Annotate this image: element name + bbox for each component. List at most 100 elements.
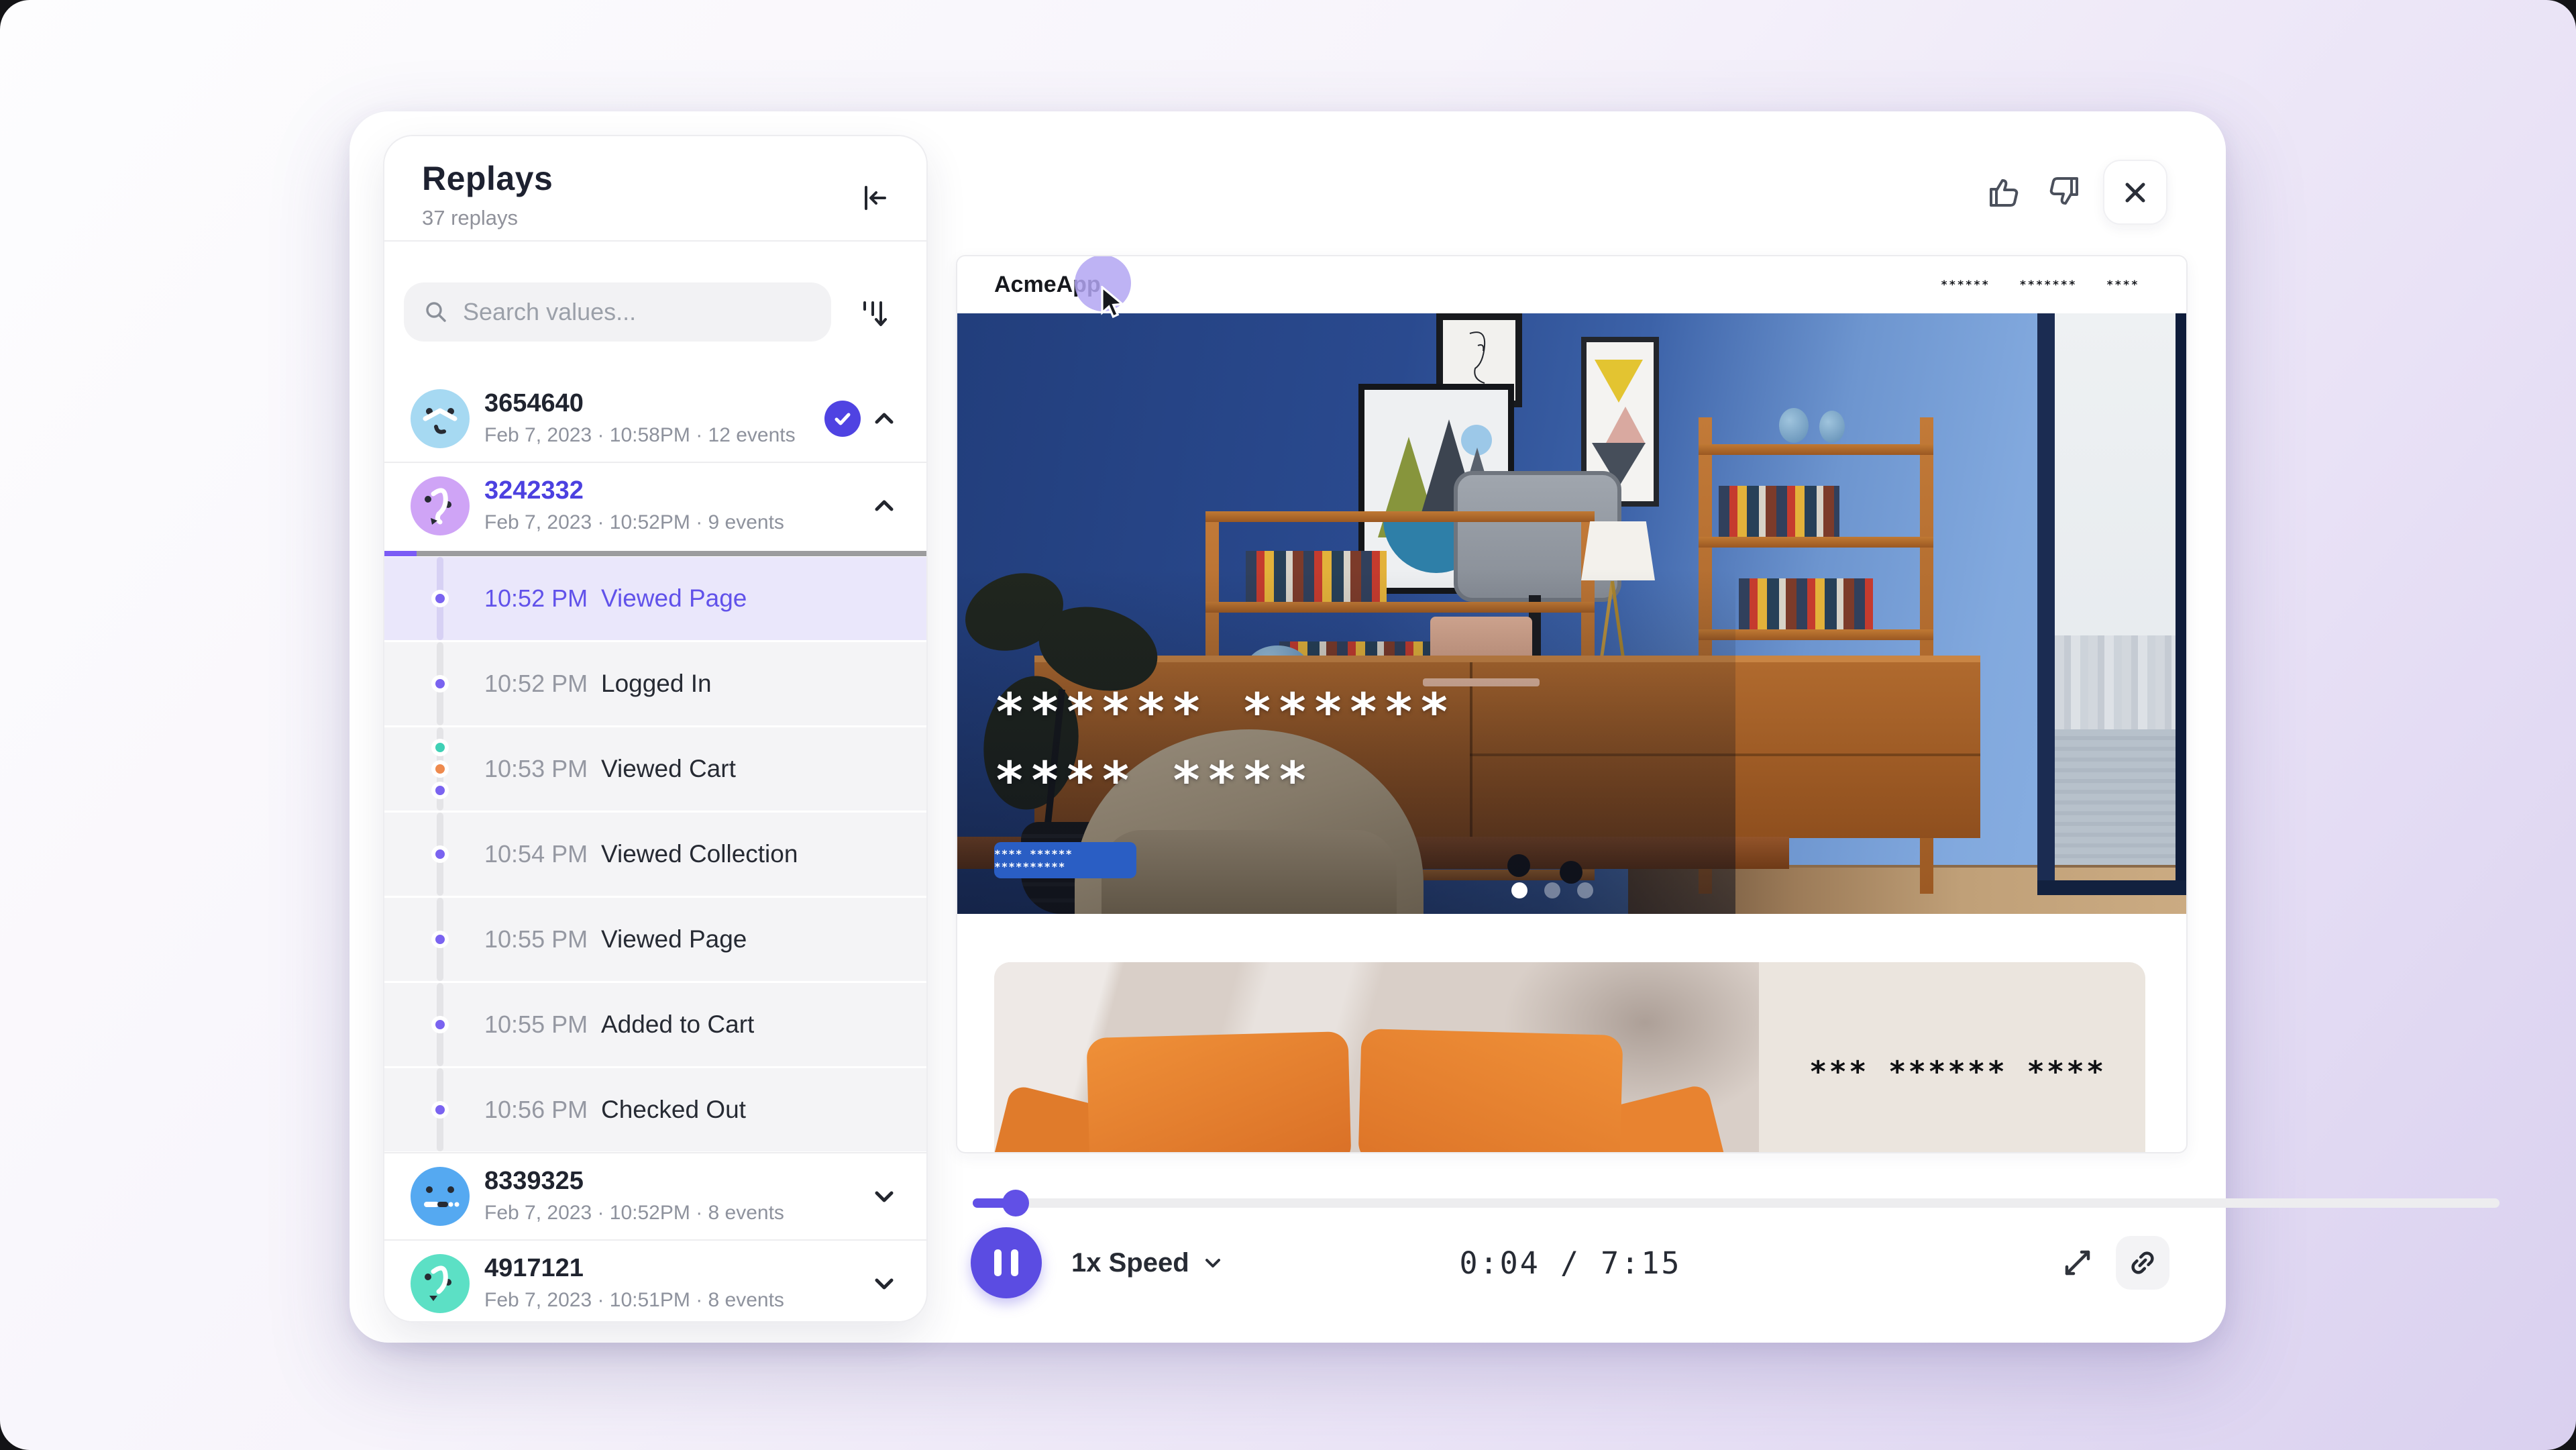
session-id: 3242332 bbox=[484, 476, 584, 505]
product-caption: *** ****** **** bbox=[1809, 1055, 2106, 1089]
replay-viewport: AcmeApp ****** ******* **** bbox=[956, 255, 2188, 1153]
chevron-down-icon bbox=[1201, 1251, 1224, 1274]
event-dot bbox=[431, 782, 449, 799]
product-text-panel: *** ****** **** bbox=[1759, 962, 2145, 1152]
close-icon bbox=[2121, 178, 2150, 207]
session-row-4917121[interactable]: 4917121 Feb 7, 2023 · 10:51PM · 8 events bbox=[384, 1241, 926, 1323]
sort-button[interactable] bbox=[850, 289, 898, 338]
session-id: 4917121 bbox=[484, 1254, 584, 1283]
avatar bbox=[411, 389, 470, 448]
session-row-8339325[interactable]: 8339325 Feb 7, 2023 · 10:52PM · 8 events bbox=[384, 1153, 926, 1239]
speed-label: 1x Speed bbox=[1071, 1248, 1189, 1278]
carousel-dot bbox=[1544, 882, 1560, 898]
event-row-added-to-cart[interactable]: 10:55 PM Added to Cart bbox=[384, 983, 926, 1066]
replay-modal: Replays 37 replays bbox=[350, 111, 2226, 1343]
link-icon bbox=[2126, 1246, 2159, 1280]
collapse-left-icon bbox=[858, 182, 890, 214]
session-row-3242332[interactable]: 3242332 Feb 7, 2023 · 10:52PM · 9 events bbox=[384, 463, 926, 549]
sofa-cushion bbox=[1086, 1031, 1351, 1152]
fullscreen-button[interactable] bbox=[2059, 1244, 2096, 1282]
session-id: 8339325 bbox=[484, 1167, 584, 1196]
window-city-skyline bbox=[2055, 635, 2176, 729]
thumbs-up-icon bbox=[1985, 172, 2024, 211]
app-screen: Replays 37 replays bbox=[0, 0, 2576, 1450]
hero-cta-button: **** ****** ********** bbox=[994, 842, 1136, 878]
event-dot bbox=[431, 675, 449, 692]
search-icon bbox=[423, 299, 449, 325]
pause-button[interactable] bbox=[971, 1227, 1042, 1298]
event-row-viewed-page-2[interactable]: 10:55 PM Viewed Page bbox=[384, 898, 926, 981]
event-label: Logged In bbox=[601, 670, 712, 698]
thumbs-up-button[interactable] bbox=[1984, 170, 2025, 214]
event-dot bbox=[431, 739, 449, 756]
playback-handle[interactable] bbox=[1002, 1190, 1029, 1216]
check-icon bbox=[829, 405, 856, 432]
event-dot bbox=[431, 931, 449, 948]
event-time: 10:54 PM bbox=[484, 840, 588, 868]
event-dot bbox=[431, 760, 449, 778]
copy-link-button[interactable] bbox=[2116, 1236, 2169, 1290]
expand-icon bbox=[2060, 1245, 2095, 1280]
session-meta: Feb 7, 2023 · 10:58PM · 12 events bbox=[484, 424, 796, 447]
carousel-dots bbox=[1511, 882, 1593, 898]
speed-selector[interactable]: 1x Speed bbox=[1071, 1227, 1224, 1298]
collapse-sidebar-button[interactable] bbox=[851, 175, 897, 221]
playback-progress-bar[interactable] bbox=[973, 1198, 2500, 1208]
page-title: Replays bbox=[422, 159, 553, 198]
close-button[interactable] bbox=[2103, 160, 2167, 225]
collapse-session-button[interactable] bbox=[869, 490, 900, 521]
event-label: Viewed Page bbox=[601, 925, 747, 953]
chevron-up-icon bbox=[869, 404, 899, 433]
avatar bbox=[411, 1167, 470, 1226]
chevron-up-icon bbox=[869, 491, 899, 521]
watched-badge bbox=[824, 401, 861, 437]
replays-sidebar: Replays 37 replays bbox=[383, 135, 928, 1323]
chevron-down-icon bbox=[869, 1182, 899, 1211]
event-dot bbox=[431, 845, 449, 863]
session-meta: Feb 7, 2023 · 10:51PM · 8 events bbox=[484, 1289, 784, 1312]
expand-session-button[interactable] bbox=[869, 1268, 900, 1299]
nav-item: ******* bbox=[2019, 278, 2077, 292]
hero-line-1: ****** ****** bbox=[994, 684, 1454, 740]
collapse-session-button[interactable] bbox=[869, 403, 900, 434]
site-nav: ****** ******* **** bbox=[1941, 256, 2139, 313]
sofa-photo bbox=[994, 962, 1759, 1152]
hero-headline: ****** ****** **** **** bbox=[994, 684, 1454, 808]
pause-icon bbox=[1011, 1249, 1018, 1276]
expand-session-button[interactable] bbox=[869, 1181, 900, 1212]
event-time: 10:52 PM bbox=[484, 670, 588, 698]
event-row-viewed-cart[interactable]: 10:53 PM Viewed Cart bbox=[384, 727, 926, 811]
divider bbox=[384, 240, 926, 242]
session-meta: Feb 7, 2023 · 10:52PM · 9 events bbox=[484, 511, 784, 534]
event-dot bbox=[431, 1016, 449, 1033]
event-label: Viewed Collection bbox=[601, 840, 798, 868]
site-header: AcmeApp ****** ******* **** bbox=[957, 256, 2186, 313]
event-row-checked-out[interactable]: 10:56 PM Checked Out bbox=[384, 1068, 926, 1151]
event-time: 10:55 PM bbox=[484, 925, 588, 953]
search-input[interactable] bbox=[462, 297, 786, 327]
session-meta: Feb 7, 2023 · 10:52PM · 8 events bbox=[484, 1202, 784, 1225]
sofa-cushion bbox=[1358, 1029, 1623, 1152]
carousel-dot bbox=[1577, 882, 1593, 898]
pause-icon bbox=[994, 1249, 1002, 1276]
event-row-viewed-page[interactable]: 10:52 PM Viewed Page bbox=[384, 557, 926, 640]
event-label: Checked Out bbox=[601, 1096, 746, 1124]
event-row-viewed-collection[interactable]: 10:54 PM Viewed Collection bbox=[384, 813, 926, 896]
carousel-dot-active bbox=[1511, 882, 1527, 898]
event-label: Viewed Cart bbox=[601, 755, 736, 783]
hero-image: ****** ****** **** **** **** ****** ****… bbox=[957, 313, 2186, 914]
cursor-icon bbox=[1099, 286, 1130, 324]
replay-count: 37 replays bbox=[422, 206, 518, 230]
session-row-3654640[interactable]: 3654640 Feb 7, 2023 · 10:58PM · 12 event… bbox=[384, 376, 926, 462]
product-section: *** ****** **** bbox=[994, 962, 2145, 1152]
thumbs-down-button[interactable] bbox=[2043, 170, 2084, 214]
avatar bbox=[411, 1254, 470, 1313]
time-display: 0:04 / 7:15 bbox=[1436, 1227, 1705, 1298]
event-row-logged-in[interactable]: 10:52 PM Logged In bbox=[384, 642, 926, 725]
session-id: 3654640 bbox=[484, 389, 584, 418]
session-progress-fill bbox=[384, 551, 417, 556]
hero-line-2: **** **** bbox=[994, 752, 1454, 809]
nav-item: ****** bbox=[1941, 278, 1990, 292]
window-frame bbox=[2176, 313, 2186, 894]
search-box[interactable] bbox=[404, 282, 831, 342]
